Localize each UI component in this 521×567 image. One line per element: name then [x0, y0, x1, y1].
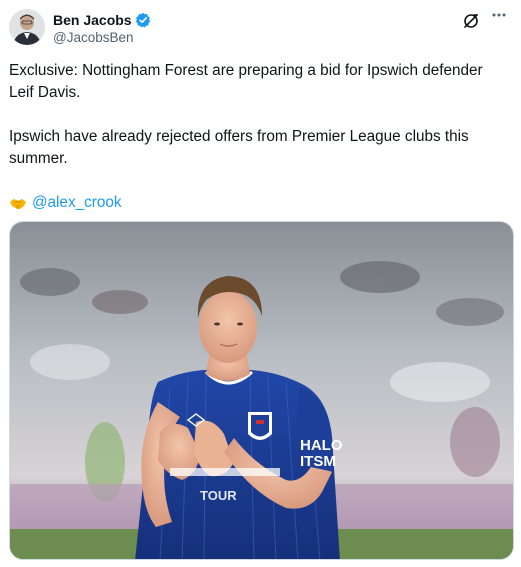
shirt-sponsor-3: TOUR — [200, 488, 237, 503]
tweet-header: Ben Jacobs @JacobsBen — [9, 9, 512, 49]
grok-icon[interactable] — [462, 12, 480, 30]
tweet-paragraph-2: Ipswich have already rejected offers fro… — [9, 128, 469, 167]
mention-row: @alex_crook — [9, 192, 509, 214]
tweet-text: Exclusive: Nottingham Forest are prepari… — [9, 60, 509, 214]
shirt-sponsor-2: ITSM — [300, 453, 336, 470]
tweet-card[interactable]: Ben Jacobs @JacobsBen Exclusive: Notting… — [0, 0, 521, 567]
handshake-icon — [9, 196, 27, 210]
tweet-photo[interactable]: HALO ITSM TOUR — [9, 221, 514, 560]
shirt-sponsor-1: HALO — [300, 437, 343, 454]
tweet-paragraph-1: Exclusive: Nottingham Forest are prepari… — [9, 62, 483, 101]
author-block[interactable]: Ben Jacobs @JacobsBen — [53, 11, 151, 45]
mention-link[interactable]: @alex_crook — [32, 192, 122, 214]
more-icon[interactable] — [488, 9, 510, 27]
author-handle[interactable]: @JacobsBen — [53, 30, 151, 45]
display-name[interactable]: Ben Jacobs — [53, 12, 132, 28]
avatar[interactable] — [9, 9, 45, 45]
verified-badge-icon — [135, 12, 151, 28]
